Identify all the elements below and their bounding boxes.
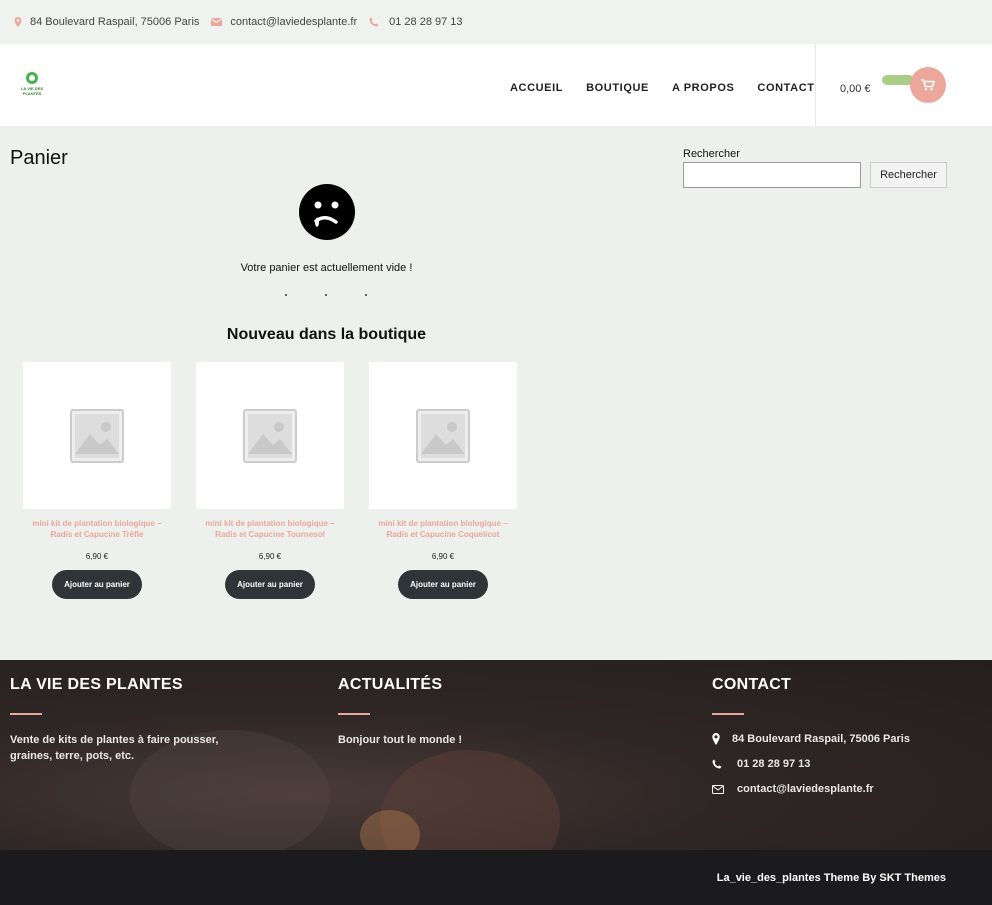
product-thumbnail[interactable]	[369, 362, 517, 509]
nav-contact[interactable]: CONTACT	[757, 82, 814, 94]
product-price: 6,90 €	[431, 552, 455, 561]
sad-face-icon	[299, 184, 355, 240]
add-to-cart-button[interactable]: Ajouter au panier	[398, 570, 488, 599]
cart-button[interactable]	[910, 67, 946, 103]
nav-accueil[interactable]: ACCUEIL	[510, 82, 563, 94]
logo-leaf-icon	[26, 72, 38, 84]
footer-email[interactable]: contact@laviedesplante.fr	[712, 783, 972, 795]
topbar-email[interactable]: contact@laviedesplante.fr	[211, 16, 357, 28]
shopping-cart-icon	[921, 79, 935, 91]
topbar-phone: 01 28 28 97 13	[369, 16, 463, 28]
cart-total[interactable]: 0,00 €	[840, 83, 871, 95]
product-thumbnail[interactable]	[196, 362, 344, 509]
new-products-title: Nouveau dans la boutique	[226, 326, 427, 343]
product-name[interactable]: mini kit de plantation biologique – Radi…	[369, 518, 517, 540]
footer-news: ACTUALITÉS Bonjour tout le monde !	[338, 676, 578, 748]
topbar-phone-text: 01 28 28 97 13	[389, 16, 463, 28]
main-nav: ACCUEIL BOUTIQUE A PROPOS CONTACT	[510, 82, 838, 94]
nav-a-propos[interactable]: A PROPOS	[672, 82, 734, 94]
logo-text: LA VIE DES PLANTES	[20, 86, 44, 96]
footer-news-title: ACTUALITÉS	[338, 676, 443, 693]
image-placeholder-icon	[70, 408, 124, 463]
header-divider	[815, 44, 816, 126]
nav-boutique[interactable]: BOUTIQUE	[586, 82, 649, 94]
footer-divider	[338, 713, 370, 715]
search-input[interactable]	[683, 162, 861, 188]
footer-divider	[10, 713, 42, 715]
topbar-address-text: 84 Boulevard Raspail, 75006 Paris	[30, 16, 200, 28]
search-button[interactable]: Rechercher	[870, 162, 947, 188]
product-price: 6,90 €	[85, 552, 109, 561]
product-name[interactable]: mini kit de plantation biologique – Radi…	[196, 518, 344, 540]
footer-about-text: Vente de kits de plantes à faire pousser…	[10, 734, 219, 762]
phone-icon	[369, 17, 379, 27]
footer-about: LA VIE DES PLANTES Vente de kits de plan…	[10, 676, 250, 764]
envelope-icon	[712, 784, 724, 794]
footer-phone: 01 28 28 97 13	[712, 758, 972, 770]
footer-address: 84 Boulevard Raspail, 75006 Paris	[712, 733, 972, 745]
add-to-cart-button[interactable]: Ajouter au panier	[52, 570, 142, 599]
product-card: mini kit de plantation biologique – Radi…	[369, 362, 517, 599]
footer-divider	[712, 713, 744, 715]
footer-bottom-bar: La_vie_des_plantes Theme By SKT Themes	[0, 850, 992, 905]
image-placeholder-icon	[416, 408, 470, 463]
top-info-bar: 84 Boulevard Raspail, 75006 Paris contac…	[0, 0, 992, 44]
footer-news-link[interactable]: Bonjour tout le monde !	[338, 732, 578, 748]
footer-email-text[interactable]: contact@laviedesplante.fr	[737, 783, 874, 795]
footer-contact-title: CONTACT	[712, 676, 792, 693]
topbar-email-text[interactable]: contact@laviedesplante.fr	[230, 16, 357, 28]
search-label: Rechercher	[683, 148, 740, 160]
map-pin-icon	[712, 733, 720, 745]
product-name[interactable]: mini kit de plantation biologique – Radi…	[23, 518, 171, 540]
product-card: mini kit de plantation biologique – Radi…	[196, 362, 344, 599]
footer-contact: CONTACT 84 Boulevard Raspail, 75006 Pari…	[712, 676, 972, 795]
footer-phone-text: 01 28 28 97 13	[737, 758, 811, 770]
site-logo[interactable]: LA VIE DES PLANTES	[20, 72, 44, 98]
site-footer: LA VIE DES PLANTES Vente de kits de plan…	[0, 660, 992, 850]
image-placeholder-icon	[243, 408, 297, 463]
topbar-address: 84 Boulevard Raspail, 75006 Paris	[14, 16, 199, 28]
map-pin-icon	[14, 17, 22, 27]
phone-icon	[712, 759, 722, 769]
footer-address-text: 84 Boulevard Raspail, 75006 Paris	[732, 733, 910, 745]
footer-about-title: LA VIE DES PLANTES	[10, 676, 183, 693]
product-thumbnail[interactable]	[23, 362, 171, 509]
empty-cart-message: Votre panier est actuellement vide !	[240, 262, 413, 274]
envelope-icon	[211, 18, 223, 26]
product-price: 6,90 €	[258, 552, 282, 561]
theme-credit[interactable]: La_vie_des_plantes Theme By SKT Themes	[717, 872, 946, 884]
page-title: Panier	[10, 147, 68, 169]
site-header: LA VIE DES PLANTES ACCUEIL BOUTIQUE A PR…	[0, 44, 992, 126]
loading-dots	[285, 294, 375, 298]
product-card: mini kit de plantation biologique – Radi…	[23, 362, 171, 599]
add-to-cart-button[interactable]: Ajouter au panier	[225, 570, 315, 599]
